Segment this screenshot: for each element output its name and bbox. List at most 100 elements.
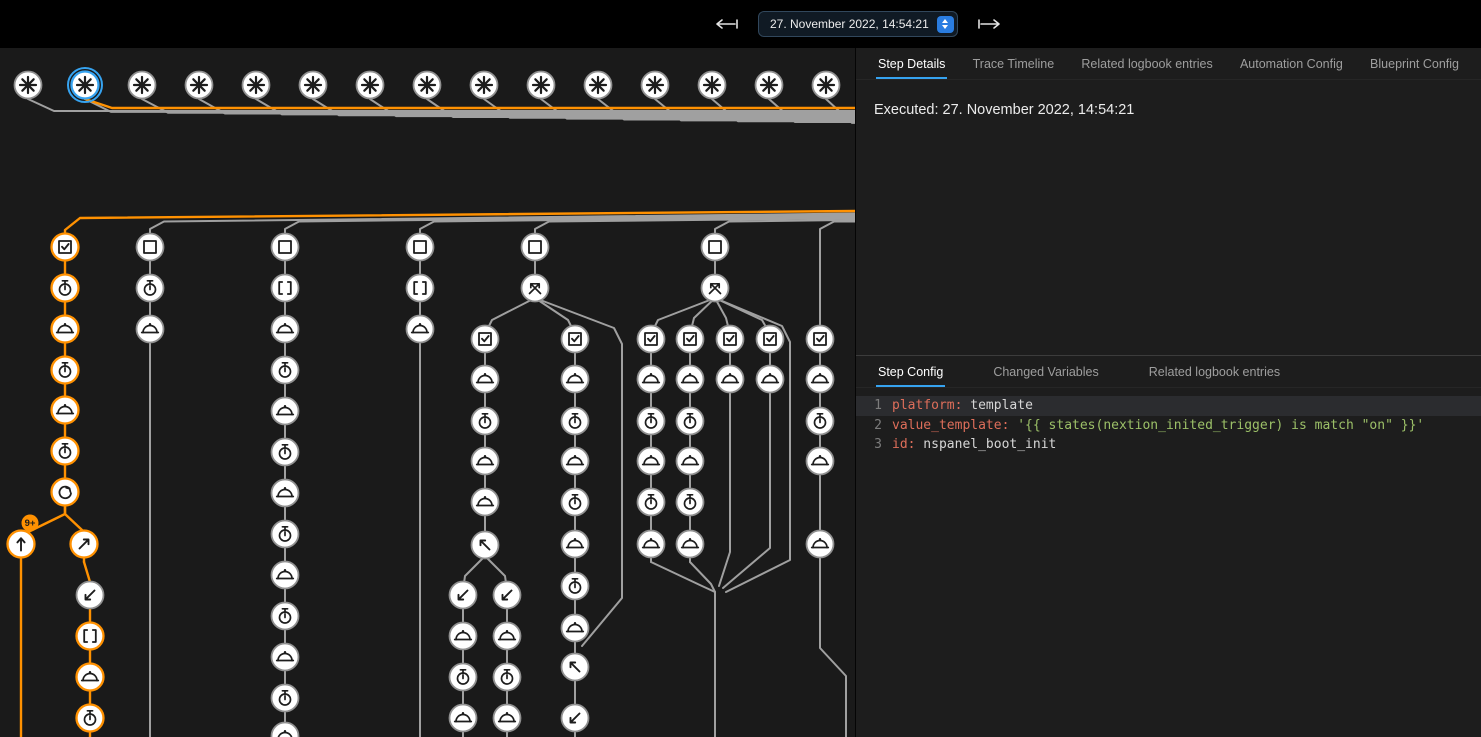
- trigger-node[interactable]: [68, 68, 102, 102]
- graph-node-timer[interactable]: [77, 705, 104, 732]
- graph-node-dome[interactable]: [562, 531, 589, 558]
- graph-node-arrow-ul[interactable]: [562, 654, 589, 681]
- graph-node-brackets[interactable]: [407, 275, 434, 302]
- trigger-node[interactable]: [129, 72, 156, 99]
- graph-node-timer[interactable]: [562, 489, 589, 516]
- graph-node-check[interactable]: [472, 326, 499, 353]
- graph-node-timer[interactable]: [677, 489, 704, 516]
- tab-related-logbook-entries[interactable]: Related logbook entries: [1079, 49, 1214, 79]
- tab-automation-config[interactable]: Automation Config: [1238, 49, 1345, 79]
- graph-node-dome[interactable]: [677, 531, 704, 558]
- graph-node-dome[interactable]: [52, 397, 79, 424]
- graph-node-dome[interactable]: [638, 448, 665, 475]
- graph-node-timer[interactable]: [562, 573, 589, 600]
- graph-node-brackets[interactable]: [272, 275, 299, 302]
- graph-node-timer[interactable]: [472, 408, 499, 435]
- graph-node-dome[interactable]: [407, 316, 434, 343]
- graph-node-square[interactable]: [137, 234, 164, 261]
- graph-node-dome[interactable]: [677, 448, 704, 475]
- graph-node-timer[interactable]: [52, 357, 79, 384]
- graph-node-dome[interactable]: [450, 705, 477, 732]
- graph-node-arrow-dl[interactable]: [77, 582, 104, 609]
- graph-node-dome[interactable]: [472, 489, 499, 516]
- graph-node-dome[interactable]: [494, 623, 521, 650]
- graph-node-dome[interactable]: [494, 705, 521, 732]
- graph-node-timer[interactable]: [272, 603, 299, 630]
- graph-node-dome[interactable]: [638, 531, 665, 558]
- graph-node-timer[interactable]: [677, 408, 704, 435]
- graph-node-timer[interactable]: [562, 408, 589, 435]
- previous-run-button[interactable]: [712, 15, 742, 33]
- tab-step-details[interactable]: Step Details: [876, 49, 947, 79]
- graph-node-dome[interactable]: [717, 366, 744, 393]
- trigger-node[interactable]: [813, 72, 840, 99]
- graph-node-check[interactable]: [807, 326, 834, 353]
- next-run-button[interactable]: [974, 15, 1004, 33]
- trigger-node[interactable]: [585, 72, 612, 99]
- graph-node-brackets[interactable]: [77, 623, 104, 650]
- trigger-node[interactable]: [243, 72, 270, 99]
- step-config-code[interactable]: 1platform: template2value_template: '{{ …: [856, 396, 1481, 455]
- graph-node-dome[interactable]: [472, 448, 499, 475]
- graph-node-check[interactable]: [52, 234, 79, 261]
- graph-node-dome[interactable]: [137, 316, 164, 343]
- tab-step-config[interactable]: Step Config: [876, 357, 945, 387]
- trigger-node[interactable]: [414, 72, 441, 99]
- graph-node-timer[interactable]: [272, 685, 299, 712]
- graph-node-check[interactable]: [638, 326, 665, 353]
- trigger-node[interactable]: [471, 72, 498, 99]
- graph-node-square[interactable]: [702, 234, 729, 261]
- graph-node-dome[interactable]: [272, 316, 299, 343]
- graph-node-arrow-dl[interactable]: [450, 582, 477, 609]
- graph-node-dome[interactable]: [562, 366, 589, 393]
- trigger-node[interactable]: [642, 72, 669, 99]
- trigger-node[interactable]: [186, 72, 213, 99]
- graph-node-timer[interactable]: [638, 489, 665, 516]
- graph-node-timer[interactable]: [450, 664, 477, 691]
- graph-node-timer[interactable]: [272, 521, 299, 548]
- graph-node-dome[interactable]: [807, 448, 834, 475]
- run-select[interactable]: 27. November 2022, 14:54:21: [758, 11, 958, 37]
- graph-node-dome[interactable]: [272, 723, 299, 737]
- graph-node-dome[interactable]: [52, 316, 79, 343]
- graph-node-split[interactable]: [702, 275, 729, 302]
- graph-node-timer[interactable]: [272, 357, 299, 384]
- graph-node-timer[interactable]: [52, 438, 79, 465]
- graph-node-dome[interactable]: [757, 366, 784, 393]
- graph-node-dome[interactable]: [272, 480, 299, 507]
- graph-node-timer[interactable]: [272, 439, 299, 466]
- graph-node-timer[interactable]: [52, 275, 79, 302]
- graph-node-timer[interactable]: [494, 664, 521, 691]
- graph-node-timer[interactable]: [137, 275, 164, 302]
- graph-node-split[interactable]: [522, 275, 549, 302]
- graph-node-square[interactable]: [522, 234, 549, 261]
- trigger-node[interactable]: [756, 72, 783, 99]
- tab-changed-variables[interactable]: Changed Variables: [991, 357, 1100, 387]
- graph-node-dome[interactable]: [807, 531, 834, 558]
- graph-node-dome[interactable]: [450, 623, 477, 650]
- trigger-node[interactable]: [15, 72, 42, 99]
- graph-node-timer[interactable]: [807, 408, 834, 435]
- graph-node-check[interactable]: [562, 326, 589, 353]
- graph-node-check[interactable]: [677, 326, 704, 353]
- graph-node-dome[interactable]: [272, 644, 299, 671]
- graph-node-dome[interactable]: [638, 366, 665, 393]
- graph-node-dome[interactable]: [562, 615, 589, 642]
- trigger-node[interactable]: [699, 72, 726, 99]
- trigger-node[interactable]: [300, 72, 327, 99]
- trigger-node[interactable]: [357, 72, 384, 99]
- graph-node-dome[interactable]: [472, 366, 499, 393]
- graph-node-arrow-ur[interactable]: [71, 531, 98, 558]
- graph-node-arrow-ul[interactable]: [472, 532, 499, 559]
- graph-node-check[interactable]: [717, 326, 744, 353]
- graph-node-dome[interactable]: [677, 366, 704, 393]
- tab-trace-timeline[interactable]: Trace Timeline: [971, 49, 1057, 79]
- graph-node-square[interactable]: [407, 234, 434, 261]
- graph-node-dome[interactable]: [562, 448, 589, 475]
- trigger-node[interactable]: [528, 72, 555, 99]
- graph-node-dome[interactable]: [77, 664, 104, 691]
- graph-node-arrow-dl[interactable]: [562, 705, 589, 732]
- graph-node-square[interactable]: [272, 234, 299, 261]
- graph-node-dome[interactable]: [272, 398, 299, 425]
- graph-node-repeat[interactable]: [52, 479, 79, 506]
